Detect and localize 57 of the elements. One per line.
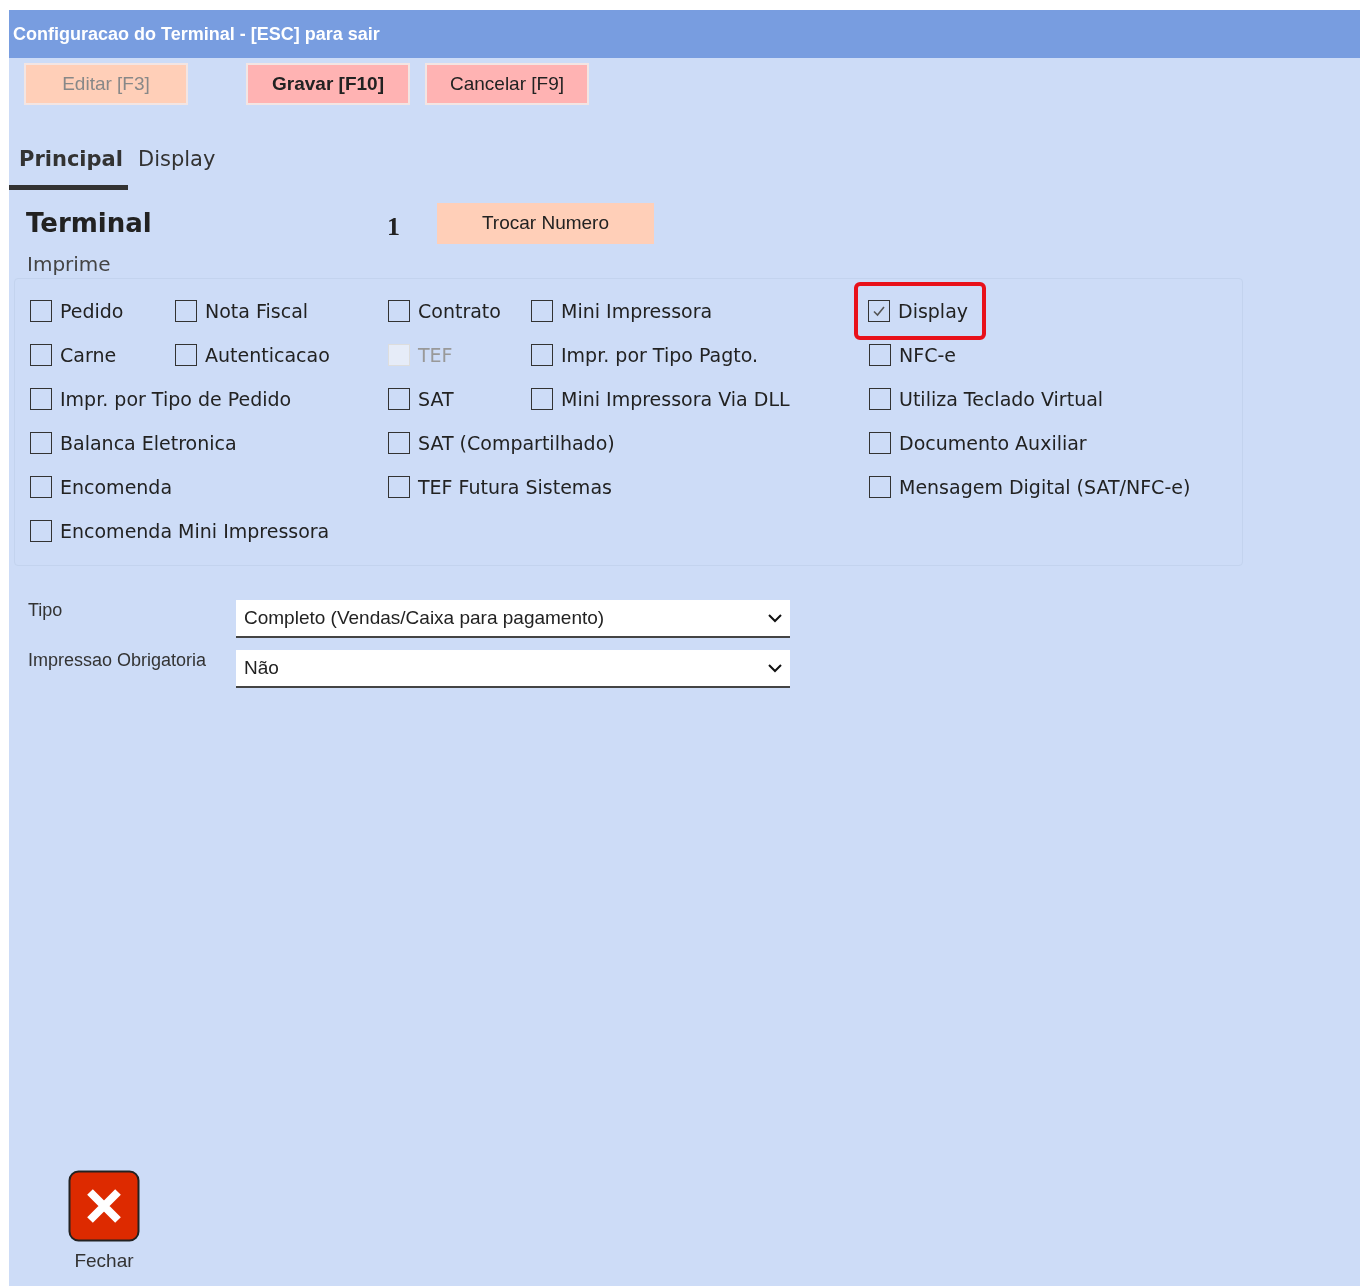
checkbox-option[interactable]: NFC-e (869, 337, 956, 373)
change-number-button[interactable]: Trocar Numero (437, 202, 654, 244)
field-label: Tipo (28, 600, 64, 621)
checkbox-option[interactable]: Display (858, 286, 983, 336)
toolbar-button[interactable]: Cancelar [F9] (425, 63, 589, 105)
checkbox[interactable] (388, 300, 410, 322)
checkbox-option[interactable]: Pedido (30, 293, 175, 329)
checkbox[interactable] (175, 344, 197, 366)
checkbox[interactable] (531, 300, 553, 322)
checkbox[interactable] (868, 300, 890, 322)
checkbox-option[interactable]: Impr. por Tipo Pagto. (531, 337, 758, 373)
checkbox-option[interactable]: Autenticacao (175, 337, 330, 373)
checkbox-option[interactable]: Mensagem Digital (SAT/NFC-e) (869, 469, 1191, 505)
toolbar-button[interactable]: Gravar [F10] (246, 63, 410, 105)
dropdown-field[interactable]: Completo (Vendas/Caixa para pagamento) (236, 600, 790, 638)
checkbox[interactable] (30, 520, 52, 542)
group-title: Imprime (27, 252, 111, 278)
checkbox[interactable] (30, 476, 52, 498)
dropdown-field[interactable]: Não (236, 650, 790, 688)
checkbox-option[interactable]: Utiliza Teclado Virtual (869, 381, 1104, 417)
checkbox-option[interactable]: Mini Impressora Via DLL (531, 381, 790, 417)
checkbox[interactable] (869, 432, 891, 454)
tab[interactable]: Principal (9, 138, 128, 190)
checkbox-option[interactable]: Balanca Eletronica (30, 425, 237, 461)
checkbox[interactable] (869, 344, 891, 366)
checkbox[interactable] (388, 388, 410, 410)
checkbox-option[interactable]: Impr. por Tipo de Pedido (30, 381, 292, 417)
checkbox-option[interactable]: Nota Fiscal (175, 293, 309, 329)
close-button[interactable]: Fechar (64, 1170, 144, 1272)
checkbox-option[interactable]: Documento Auxiliar (869, 425, 1087, 461)
checkbox[interactable] (30, 300, 52, 322)
checkbox[interactable] (869, 388, 891, 410)
checkbox[interactable] (30, 344, 52, 366)
checkbox-option[interactable]: TEF Futura Sistemas (388, 469, 612, 505)
checkbox[interactable] (869, 476, 891, 498)
field-label: Impressao Obrigatoria (28, 650, 208, 671)
terminal-number: 1 (387, 212, 401, 242)
checkbox[interactable] (175, 300, 197, 322)
close-icon (68, 1170, 140, 1242)
chevron-down-icon (768, 613, 782, 623)
checkbox-option[interactable]: SAT (Compartilhado) (388, 425, 615, 461)
chevron-down-icon (768, 663, 782, 673)
terminal-label: Terminal (26, 208, 153, 238)
checkbox[interactable] (531, 388, 553, 410)
checkbox-option[interactable]: Encomenda Mini Impressora (30, 513, 330, 549)
tab[interactable]: Display (128, 138, 228, 190)
checkbox-option[interactable]: SAT (388, 381, 531, 417)
checkbox-option[interactable]: Carne (30, 337, 175, 373)
checkbox[interactable] (388, 476, 410, 498)
checkbox-option[interactable]: Contrato (388, 293, 531, 329)
checkbox[interactable] (30, 432, 52, 454)
checkbox[interactable] (531, 344, 553, 366)
checkbox[interactable] (388, 432, 410, 454)
window-title: Configuracao do Terminal - [ESC] para sair (9, 10, 1360, 58)
checkbox-option[interactable]: Mini Impressora (531, 293, 713, 329)
checkbox[interactable] (30, 388, 52, 410)
checkbox-option[interactable]: Encomenda (30, 469, 173, 505)
